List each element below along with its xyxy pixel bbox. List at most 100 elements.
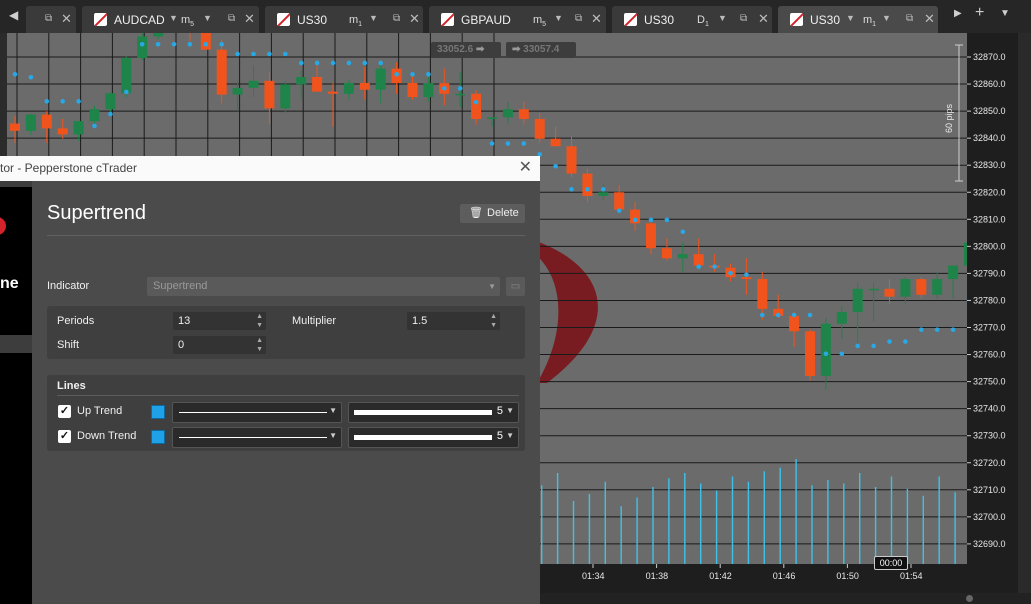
multiplier-stepper[interactable]: 1.5 ▲ ▼ — [407, 312, 500, 330]
candle-body — [550, 138, 561, 147]
divider — [47, 235, 525, 236]
chevron-down-icon[interactable]: ▼ — [169, 13, 178, 23]
up-trend-style-select[interactable]: ▼ — [172, 402, 342, 423]
price-axis-label: 32730.0 — [973, 431, 1006, 441]
line-thickness-preview — [354, 410, 492, 415]
chevron-down-icon: ▼ — [488, 282, 496, 291]
candle-body — [407, 82, 418, 98]
supertrend-dot — [92, 123, 97, 129]
candle-body — [280, 84, 291, 109]
candle-body — [200, 33, 211, 50]
candle-body — [328, 91, 338, 94]
candle-body — [693, 254, 704, 266]
supertrend-dot — [569, 186, 574, 192]
plus-icon[interactable]: + — [975, 4, 984, 22]
close-icon[interactable]: ✕ — [591, 11, 602, 27]
candle-body — [916, 279, 927, 295]
candle-body — [932, 279, 943, 295]
candle-body — [89, 109, 100, 122]
supertrend-dot — [807, 312, 813, 318]
popout-icon[interactable]: ⧉ — [393, 13, 400, 24]
chevron-down-icon[interactable]: ▼ — [369, 13, 378, 23]
stepper-arrows-icon[interactable]: ▲ ▼ — [490, 312, 497, 330]
chart-tab-4[interactable]: US30 D1 ▼ ⧉ ✕ — [612, 6, 772, 33]
chart-tab-1[interactable]: AUDCAD ▼ m5 ▼ ⧉ ✕ — [82, 6, 259, 33]
multiplier-value: 1.5 — [412, 315, 428, 327]
supertrend-dot — [521, 141, 527, 146]
chevron-down-icon: ▼ — [329, 406, 337, 415]
close-icon[interactable]: ✕ — [758, 11, 769, 27]
chart-tab-0[interactable]: ⧉ ✕ — [26, 6, 76, 33]
supertrend-dot — [887, 339, 892, 344]
ask-price-box[interactable]: ➡ 33057.4 — [506, 42, 576, 58]
scroll-thumb[interactable] — [966, 595, 973, 602]
price-axis-label: 32710.0 — [973, 485, 1006, 495]
down-trend-thickness-select[interactable]: 5 ▼ — [348, 427, 519, 448]
supertrend-dot — [76, 99, 81, 104]
lines-panel: Lines ✓ Up Trend ▼ 5 ▼ ✓ Down Trend ▼ 5 … — [47, 375, 525, 451]
chevron-left-icon[interactable]: ◀ — [9, 8, 18, 22]
supertrend-dot — [251, 51, 256, 57]
supertrend-dot — [60, 99, 65, 104]
supertrend-dot — [934, 327, 940, 332]
supertrend-dot — [823, 351, 829, 357]
chart-tab-3[interactable]: GBPAUD m5 ▼ ⧉ ✕ — [429, 6, 606, 33]
chevron-down-icon[interactable]: ▼ — [718, 13, 727, 23]
chevron-down-icon[interactable]: ▼ — [846, 13, 855, 23]
down-trend-color-swatch[interactable] — [151, 430, 165, 444]
close-icon[interactable]: ✕ — [519, 160, 532, 176]
candle-body — [789, 315, 800, 332]
close-icon[interactable]: ✕ — [244, 11, 255, 27]
chevron-down-icon[interactable]: ▼ — [1000, 8, 1010, 19]
time-axis-label: 01:42 — [709, 571, 732, 581]
shift-stepper[interactable]: 0 ▲ ▼ — [173, 336, 266, 354]
supertrend-dot — [473, 99, 479, 105]
price-axis-label: 32740.0 — [973, 404, 1006, 414]
chevron-down-icon[interactable]: ▼ — [203, 13, 212, 23]
chevron-down-icon[interactable]: ▼ — [554, 13, 563, 23]
close-icon[interactable]: ✕ — [409, 11, 420, 27]
tab-timeframe[interactable]: m5 — [533, 14, 546, 28]
candle-body — [57, 128, 68, 135]
chevron-down-icon: ▼ — [506, 431, 514, 440]
stepper-arrows-icon[interactable]: ▲ ▼ — [256, 312, 263, 330]
popout-icon[interactable]: ⧉ — [740, 13, 747, 24]
popout-icon[interactable]: ⧉ — [45, 13, 52, 24]
supertrend-dot — [171, 41, 177, 47]
tab-timeframe[interactable]: m5 — [181, 14, 194, 28]
popout-icon[interactable]: ⧉ — [228, 13, 235, 24]
stepper-arrows-icon[interactable]: ▲ ▼ — [256, 336, 263, 354]
up-trend-color-swatch[interactable] — [151, 405, 165, 419]
close-icon[interactable]: ✕ — [61, 11, 72, 27]
popout-icon[interactable]: ⧉ — [575, 13, 582, 24]
camera-icon[interactable]: ▭ — [506, 277, 525, 296]
chevron-down-icon[interactable]: ▼ — [882, 13, 891, 23]
tab-timeframe[interactable]: D1 — [697, 14, 709, 28]
price-axis-label: 32860.0 — [973, 79, 1006, 89]
supertrend-dot — [950, 327, 956, 332]
candle-body — [852, 288, 863, 313]
down-trend-style-select[interactable]: ▼ — [172, 427, 342, 448]
chart-tab-5-active[interactable]: US30 ▼ m1 ▼ ⧉ ✕ — [778, 6, 938, 33]
pips-label: 60 pips — [944, 103, 954, 133]
indicator-select[interactable]: Supertrend ▼ — [147, 277, 500, 296]
popout-icon[interactable]: ⧉ — [906, 13, 913, 24]
chevron-right-icon[interactable]: ▶ — [954, 8, 962, 19]
up-trend-thickness-value: 5 — [496, 405, 503, 417]
delete-button[interactable]: 🗑 Delete — [460, 204, 525, 223]
supertrend-dot — [601, 186, 606, 192]
time-axis-label: 01:54 — [900, 571, 923, 581]
up-trend-checkbox[interactable]: ✓ — [58, 405, 71, 418]
supertrend-dot — [728, 270, 733, 276]
bid-price-box[interactable]: 33052.6 ➡ — [431, 42, 501, 58]
up-trend-thickness-select[interactable]: 5 ▼ — [348, 402, 519, 423]
tab-timeframe[interactable]: m1 — [349, 14, 362, 28]
down-trend-checkbox[interactable]: ✓ — [58, 430, 71, 443]
symbol-flag-icon — [277, 13, 290, 26]
chart-tab-2[interactable]: US30 m1 ▼ ⧉ ✕ — [265, 6, 423, 33]
symbol-flag-icon — [790, 13, 803, 26]
brand-card: ne — [0, 187, 32, 335]
close-icon[interactable]: ✕ — [924, 11, 935, 27]
periods-stepper[interactable]: 13 ▲ ▼ — [173, 312, 266, 330]
tab-timeframe[interactable]: m1 — [863, 14, 876, 28]
